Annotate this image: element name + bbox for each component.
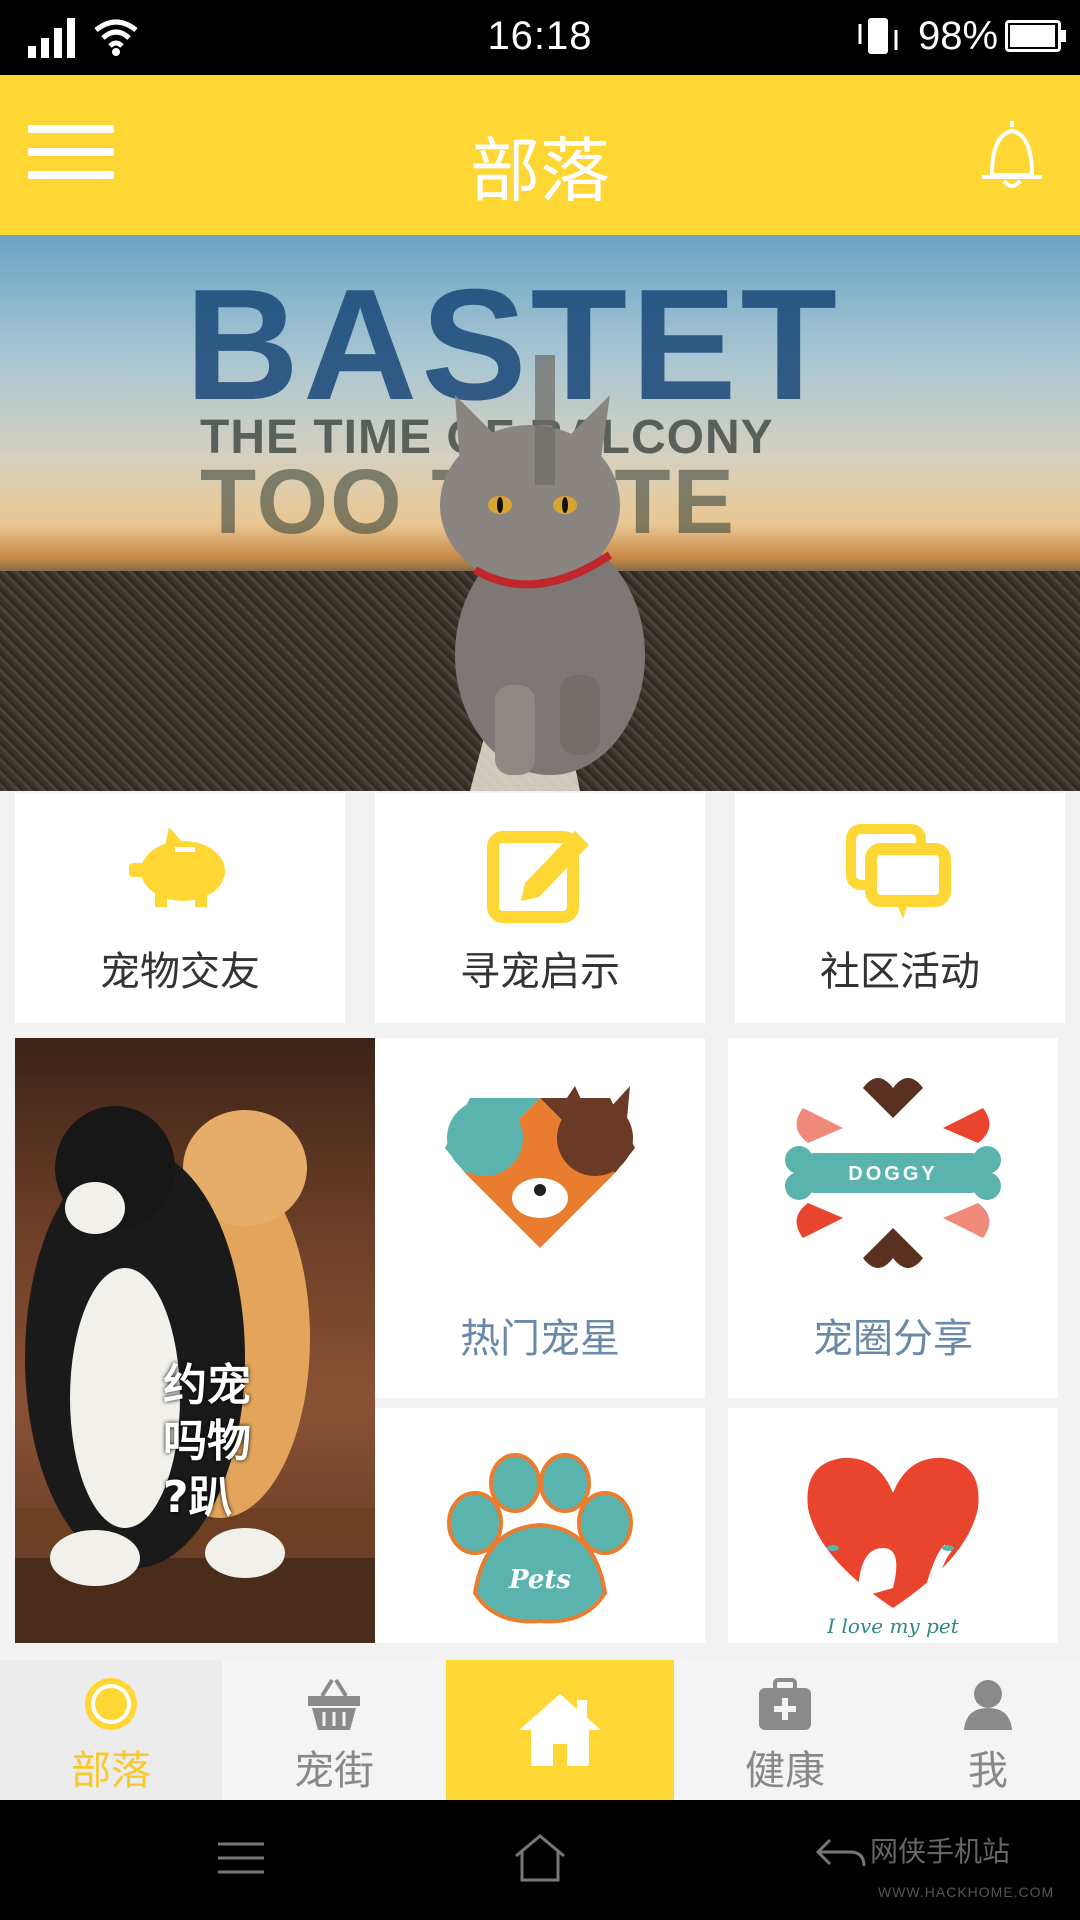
nav-pet-street[interactable]: 宠街 bbox=[222, 1660, 446, 1800]
quick-action-label: 宠物交友 bbox=[100, 949, 260, 995]
nav-tribe[interactable]: 部落 bbox=[0, 1660, 222, 1800]
bell-icon bbox=[982, 121, 1042, 188]
page-title: 部落 bbox=[470, 130, 610, 212]
paw-icon: Pets bbox=[447, 1453, 633, 1624]
system-nav-bar: 网侠手机站 WWW.HACKHOME.COM bbox=[0, 1800, 1080, 1920]
home-icon bbox=[519, 1694, 601, 1766]
chat-bubbles-icon bbox=[846, 824, 951, 919]
watermark: 网侠手机站 bbox=[870, 1835, 1011, 1868]
home-button-icon[interactable] bbox=[512, 1832, 568, 1884]
nav-label: 部落 bbox=[71, 1748, 151, 1794]
love-pet-logo-text: I love my pet bbox=[826, 1614, 959, 1638]
quick-action-label: 社区活动 bbox=[820, 949, 980, 995]
status-bar: 16:18 98% bbox=[0, 0, 1080, 75]
recent-apps-icon[interactable] bbox=[216, 1840, 266, 1876]
piggy-bank-icon bbox=[129, 827, 225, 907]
app-screen: 16:18 98% 部落 BASTET THE TIME OF BALCONY … bbox=[0, 0, 1080, 1920]
tile-share-circle[interactable]: DOGGY 宠圈分享 bbox=[728, 1038, 1058, 1398]
doggy-logo-text: DOGGY bbox=[848, 1163, 937, 1185]
quick-action-label: 寻宠启示 bbox=[460, 949, 620, 995]
medical-kit-icon bbox=[759, 1678, 811, 1730]
edit-icon bbox=[487, 831, 589, 923]
bottom-nav: 部落 宠街 健康 我 bbox=[0, 1660, 1080, 1800]
promo-photo-tile[interactable]: 约宠 吗物 ?趴 bbox=[15, 1038, 375, 1643]
tile-label: 宠圈分享 bbox=[813, 1316, 973, 1362]
quick-action-community[interactable]: 社区活动 bbox=[735, 793, 1065, 1023]
heart-animals-icon bbox=[445, 1086, 635, 1248]
promo-banner[interactable]: BASTET THE TIME OF BALCONY TOO TASTE bbox=[0, 235, 1080, 791]
cat-illustration bbox=[440, 355, 645, 775]
battery-icon bbox=[1005, 20, 1066, 52]
tile-hot-pets[interactable]: 热门宠星 bbox=[375, 1038, 705, 1398]
tile-pets-paw[interactable]: Pets bbox=[375, 1408, 705, 1643]
user-icon bbox=[964, 1680, 1012, 1730]
tile-love-pet[interactable]: I love my pet bbox=[728, 1408, 1058, 1643]
nav-label: 宠街 bbox=[294, 1748, 374, 1794]
battery-level bbox=[1010, 25, 1055, 47]
nav-label: 健康 bbox=[745, 1748, 825, 1794]
cats-photo bbox=[15, 1106, 375, 1643]
circle-icon bbox=[85, 1678, 137, 1730]
pets-logo-text: Pets bbox=[508, 1565, 571, 1595]
quick-action-pet-friends[interactable]: 宠物交友 bbox=[15, 793, 345, 1023]
notification-button[interactable] bbox=[972, 115, 1052, 195]
app-header: 部落 bbox=[0, 75, 1080, 235]
nav-me[interactable]: 我 bbox=[896, 1660, 1080, 1800]
watermark-url: WWW.HACKHOME.COM bbox=[878, 1884, 1055, 1900]
dog-heart-icon: I love my pet bbox=[807, 1457, 979, 1638]
back-icon[interactable] bbox=[816, 1836, 866, 1876]
battery-percent: 98% bbox=[918, 14, 999, 58]
basket-icon bbox=[308, 1678, 360, 1730]
nav-home[interactable] bbox=[446, 1660, 674, 1800]
vibrate-icon bbox=[858, 18, 898, 54]
nav-health[interactable]: 健康 bbox=[674, 1660, 896, 1800]
nav-label: 我 bbox=[968, 1748, 1008, 1794]
doggy-bone-icon: DOGGY bbox=[785, 1078, 1001, 1268]
tile-label: 热门宠星 bbox=[460, 1316, 620, 1362]
quick-action-lost-pet[interactable]: 寻宠启示 bbox=[375, 793, 705, 1023]
photo-overlay-text: 约宠 吗物 ?趴 bbox=[163, 1360, 251, 1523]
